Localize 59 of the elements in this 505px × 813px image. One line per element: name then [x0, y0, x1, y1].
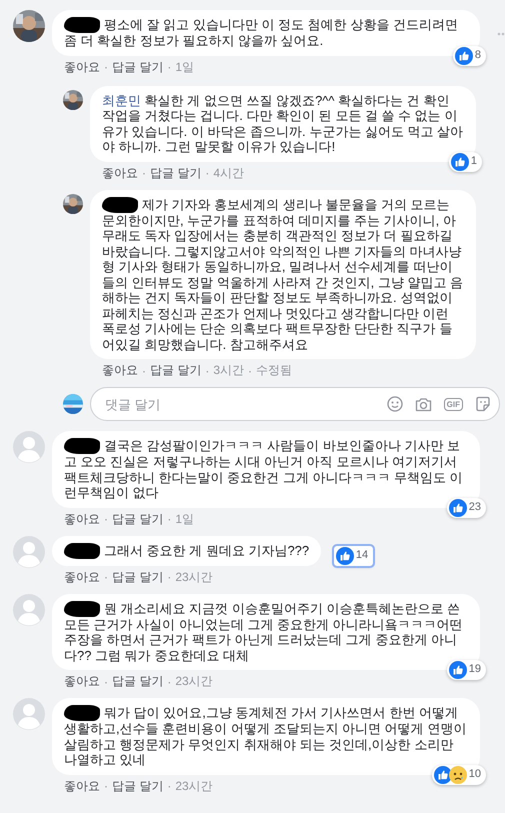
- separator-dot: ·: [142, 166, 146, 180]
- like-link[interactable]: 좋아요: [64, 673, 100, 690]
- emoji-icon[interactable]: [386, 396, 403, 412]
- comment-text: 뭐가 답이 있어요,그냥 동계체전 가서 기사쓰면서 한번 어떻게 생활하고,선수들 훈련비용이 어떻게 조달되는지 아니면 어떻게 연맹이 살림하고 행정문제가 무엇인지 취재해야 되는 것인데,이상한 소리만 나열하고 있네: [64, 705, 466, 767]
- reply-link[interactable]: 답글 달기: [150, 164, 202, 182]
- like-icon: [336, 546, 354, 564]
- like-link[interactable]: 좋아요: [64, 778, 100, 794]
- reaction-count: 8: [474, 48, 481, 63]
- reply-link[interactable]: 답글 달기: [112, 673, 164, 690]
- reply-link[interactable]: 답글 달기: [112, 778, 164, 794]
- comment-text: 결국은 감성팔이인가ㅋㅋㅋ 사람들이 바보인줄아나 기사만 보고 오오 진실은 저렇구나하는 시대 아닌거 아직 모르시나 여기저기서 팩트체크당하니 한다는말이 중요한건 그게 아니다ㅋㅋㅋ 무책임도 이런무책임이 없다: [64, 438, 463, 500]
- reaction-count: 1: [470, 154, 477, 169]
- like-link[interactable]: 좋아요: [102, 362, 138, 379]
- separator-dot: ·: [248, 364, 252, 378]
- reaction-count: 19: [468, 662, 481, 678]
- reaction-badge[interactable]: 19: [446, 660, 486, 680]
- comment-text: 제가 기자와 홍보세계의 생리나 불문율을 거의 모르는 문외한이지만, 누군가를 표적하여 데미지를 주는 기사이니, 아무래도 독자 입장에서는 충분히 객관적인 정보가 더 필요하길 바랐습니다. 그렇지않고서야 악의적인 나쁜 기자들의 마녀사냥형 기사와 형태가 동일하니까요, 밀려나서 선수세계를 떠난이들의 인터뷰도 정말 억울하게 사라져 간 것인지, 그냥 얄밉고 음해하는 건지 독자들이 판단할 정보도 부족하니까요. 성역없이 파헤치는 정신과 곤조가 언제나 멋있다고 생각합니다만 이런 폭로성 기사에는 단순 의혹보다 팩트무장한 단단한 직구가 들어있길 희망했습니다. 참고해주셔요: [102, 196, 464, 352]
- reaction-count: 14: [356, 548, 368, 563]
- separator-dot: ·: [167, 779, 172, 793]
- separator-dot: ·: [205, 166, 210, 180]
- separator-dot: ·: [104, 60, 108, 74]
- reaction-badge[interactable]: 23: [446, 498, 486, 518]
- avatar-icon[interactable]: [13, 536, 45, 568]
- separator-dot: ·: [167, 674, 172, 688]
- sad-face-icon: [448, 766, 467, 784]
- like-link[interactable]: 좋아요: [102, 164, 138, 182]
- separator-dot: ·: [167, 60, 172, 74]
- author-link[interactable]: 최훈민: [102, 92, 141, 108]
- reply-link[interactable]: 답글 달기: [150, 362, 202, 379]
- avatar-icon[interactable]: [13, 594, 45, 626]
- reply-link[interactable]: 답글 달기: [112, 510, 164, 528]
- separator-dot: ·: [104, 779, 108, 793]
- comment-text: 평소에 잘 읽고 있습니다만 이 정도 첨예한 상황을 건드리려면 좀 더 확실한 정보가 필요하지 않을까 싶어요.: [64, 17, 458, 48]
- comment-text: 최훈민 확실한 게 없으면 쓰질 않겠죠?^^ 확실하다는 건 확인 작업을 거쳤다는 겁니다. 다만 확인이 된 모든 걸 쓸 수 없는 이유가 있습니다. 이 바닥은 좁으니까. 누군가는 싫어도 먹고 살아야 하니까. 그런 말못할 이유가 있습니다!: [102, 92, 464, 154]
- reaction-badge[interactable]: 10: [432, 764, 486, 784]
- edited-label: 수정됨: [256, 362, 292, 379]
- sticker-icon[interactable]: [475, 396, 491, 412]
- separator-dot: ·: [142, 364, 146, 378]
- reply-link[interactable]: 답글 달기: [112, 58, 164, 76]
- reaction-badge[interactable]: 14: [334, 546, 374, 566]
- separator-dot: ·: [104, 570, 108, 584]
- comment-text: 그래서 중요한 게 뭔데요 기자님???: [64, 542, 310, 558]
- separator-dot: ·: [205, 364, 210, 378]
- reaction-badge[interactable]: 8: [452, 46, 486, 66]
- separator-dot: ·: [167, 512, 172, 526]
- like-link[interactable]: 좋아요: [64, 58, 100, 76]
- separator-dot: ·: [104, 674, 108, 688]
- separator-dot: ·: [104, 512, 108, 526]
- like-link[interactable]: 좋아요: [64, 568, 100, 586]
- reaction-count: 23: [468, 500, 481, 515]
- comment-text: 뭔 개소리세요 지금껏 이승훈밀어주기 이승훈특혜논란으로 쓴 모든 근거가 사실이 아니었는데 그게 중요한게 아니라니욬ㅋㅋㅋ어떤 주장을 하면서 근거가 팩트가 아닌게 드러났는데 그게 중요한게 아니다?? 그럼 뭐가 중요한데요 대체: [64, 600, 463, 662]
- avatar-icon[interactable]: [13, 431, 45, 463]
- camera-icon[interactable]: [414, 396, 432, 412]
- avatar-icon[interactable]: [13, 698, 45, 730]
- reaction-count: 10: [468, 766, 481, 782]
- separator-dot: ·: [167, 570, 172, 584]
- reply-link[interactable]: 답글 달기: [112, 568, 164, 586]
- like-link[interactable]: 좋아요: [64, 510, 100, 528]
- reaction-badge[interactable]: 1: [448, 152, 482, 172]
